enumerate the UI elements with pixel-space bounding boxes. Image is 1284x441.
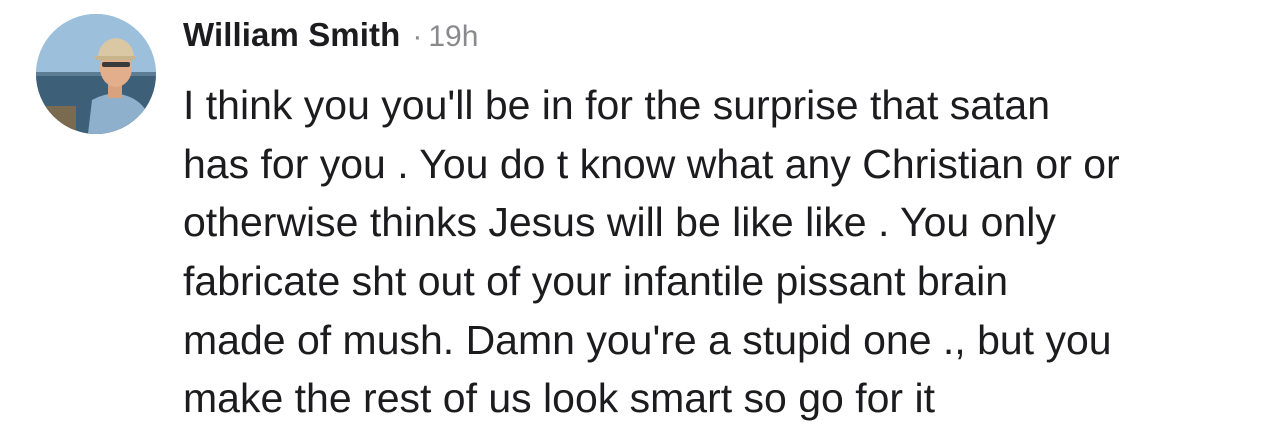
comment-text-line: make the rest of us look smart so go for… bbox=[183, 375, 935, 422]
comment-text-line: made of mush. Damn you're a stupid one .… bbox=[183, 316, 1112, 363]
comment-text-line: fabricate sht out of your infantile piss… bbox=[183, 258, 1009, 305]
comment-text-line: I think you you'll be in for the surpris… bbox=[183, 82, 1051, 128]
comment: William Smith · 19h I think you you'll b… bbox=[0, 0, 1284, 441]
comment-text-line: otherwise thinks Jesus will be like like… bbox=[183, 199, 1056, 246]
comment-header: William Smith · 19h bbox=[183, 16, 478, 64]
avatar[interactable] bbox=[36, 14, 156, 134]
comment-text-line: has for you . You do t know what any Chr… bbox=[183, 140, 1120, 187]
comment-body: I think you you'll be in for the surpris… bbox=[183, 76, 1263, 428]
avatar-photo bbox=[36, 14, 156, 134]
meta-separator: · bbox=[412, 20, 423, 53]
comment-timestamp[interactable]: 19h bbox=[428, 20, 478, 54]
author-name[interactable]: William Smith bbox=[183, 16, 400, 54]
